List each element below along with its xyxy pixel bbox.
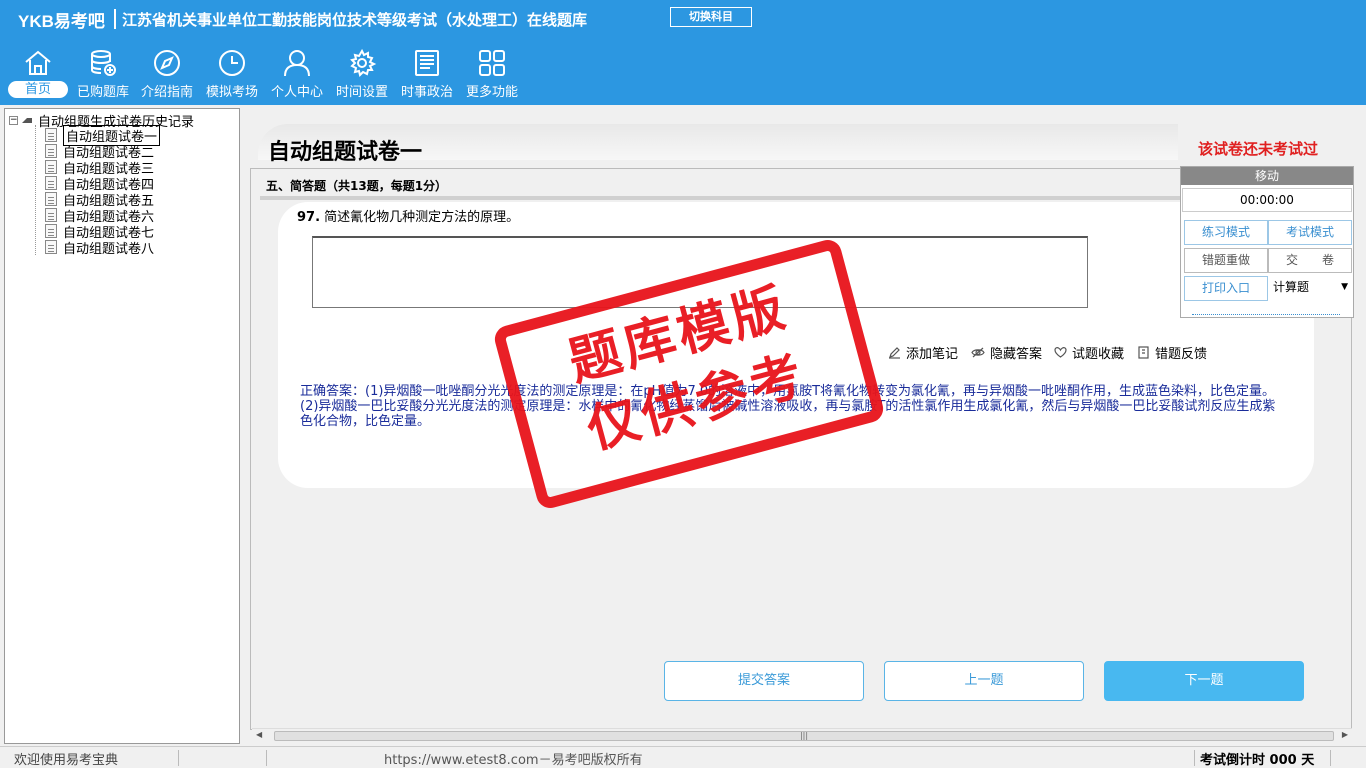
favorite-label: 试题收藏 [1072,347,1125,362]
favorite-button[interactable]: 试题收藏 [1054,343,1124,362]
status-bar: 欢迎使用易考宝典 https://www.etest8.com－易考吧版权所有 … [0,746,1366,768]
nav-label: 时事政治 [400,85,453,100]
nav-label: 模拟考场 [205,85,258,100]
nav-home[interactable]: 首页 [7,48,69,105]
document-icon [45,176,57,190]
switch-subject-button[interactable]: 切换科目 [670,7,752,27]
panel-divider [1192,313,1340,315]
nav-label: 时间设置 [335,85,388,100]
scroll-left-icon[interactable]: ◀ [256,730,262,739]
tree-connector [35,125,36,255]
title-separator [114,9,116,29]
document-icon [45,160,57,174]
add-note-button[interactable]: 添加笔记 [888,343,958,362]
correct-answer: 正确答案：(1)异烟酸一吡唑酮分光光度法的测定原理是：在pH值为7.0的溶液中，… [300,384,1276,429]
logo: YKB易考吧 [18,12,105,31]
pencil-icon [889,347,900,359]
report-icon [1138,346,1149,359]
hide-answer-button[interactable]: 隐藏答案 [971,343,1042,362]
news-icon [415,50,439,76]
document-icon [45,144,57,158]
timer-display: 00:00:00 [1182,188,1352,212]
exam-status: 该试卷还未考试过 [1198,140,1319,158]
status-separator [1330,750,1331,766]
status-welcome: 欢迎使用易考宝典 [14,753,119,768]
nav-label: 介绍指南 [140,85,193,100]
document-icon [45,224,57,238]
document-icon [45,208,57,222]
home-icon [25,50,51,75]
horizontal-scrollbar[interactable]: ◀ ||| ▶ [252,728,1352,742]
app-title: 江苏省机关事业单位工勤技能岗位技术等级考试（水处理工）在线题库 [122,11,588,29]
scroll-right-icon[interactable]: ▶ [1342,730,1348,739]
question-text: 97. 简述氰化物几种测定方法的原理。 [297,206,519,225]
chevron-down-icon: ▼ [1341,282,1348,292]
question-type-value: 计算题 [1273,280,1310,294]
document-icon [45,192,57,206]
user-icon [284,50,310,77]
print-button[interactable]: 打印入口 [1184,276,1268,301]
folder-arrow-icon [22,118,32,123]
tree-item-paper-8[interactable]: 自动组题试卷八 [45,239,155,257]
report-error-label: 错题反馈 [1155,347,1208,362]
document-icon [45,128,57,142]
question-stem: 简述氰化物几种测定方法的原理。 [324,210,520,225]
tree-item-label: 自动组题试卷八 [63,241,155,257]
report-error-button[interactable]: 错题反馈 [1137,343,1207,362]
paper-title: 自动组题试卷一 [268,140,423,165]
nav-purchased[interactable]: 已购题库 [72,48,134,105]
section-divider [260,196,1180,200]
collapse-icon[interactable]: − [9,116,18,125]
database-icon [91,50,116,76]
question-type-select[interactable]: 计算题 ▼ [1270,276,1352,300]
nav-time-settings[interactable]: 时间设置 [331,48,393,105]
status-separator [266,750,267,766]
question-number: 97. [297,210,321,225]
add-note-label: 添加笔记 [906,347,959,362]
status-url: https://www.etest8.com－易考吧版权所有 [384,753,643,768]
clock-icon [219,50,245,76]
nav-mock-exam[interactable]: 模拟考场 [201,48,263,105]
app-header: YKB易考吧 江苏省机关事业单位工勤技能岗位技术等级考试（水处理工）在线题库 切… [0,0,1366,105]
exam-countdown: 考试倒计时 000 天 [1200,753,1315,768]
grid-icon [479,50,505,76]
answer-input[interactable] [312,236,1088,308]
redo-wrong-button[interactable]: 错题重做 [1184,248,1268,273]
previous-question-button[interactable]: 上一题 [884,661,1084,701]
paper-history-tree: − 自动组题生成试卷历史记录 自动组题试卷一 自动组题试卷二 自动组题试卷三 自… [4,108,240,744]
heart-icon [1054,347,1067,358]
nav-personal-center[interactable]: 个人中心 [266,48,328,105]
status-separator [178,750,179,766]
practice-mode-button[interactable]: 练习模式 [1184,220,1268,245]
gear-icon [350,48,377,77]
next-question-button[interactable]: 下一题 [1104,661,1304,701]
submit-answer-button[interactable]: 提交答案 [664,661,864,701]
move-handle[interactable]: 移动 [1181,167,1353,185]
document-icon [45,240,57,254]
nav-current-affairs[interactable]: 时事政治 [396,48,458,105]
section-header: 五、简答题（共13题，每题1分） [266,179,448,193]
nav-label: 更多功能 [465,85,518,100]
scrollbar-thumb[interactable]: ||| [274,731,1334,741]
exam-mode-button[interactable]: 考试模式 [1268,220,1352,245]
nav-more-functions[interactable]: 更多功能 [461,48,523,105]
nav-label: 已购题库 [76,85,129,100]
nav-guide[interactable]: 介绍指南 [136,48,198,105]
status-separator [1194,750,1195,766]
eye-off-icon [971,347,985,358]
hand-in-button[interactable]: 交 卷 [1268,248,1352,273]
nav-label: 首页 [8,81,68,98]
compass-icon [154,50,180,76]
nav-label: 个人中心 [270,85,323,100]
hide-answer-label: 隐藏答案 [990,347,1043,362]
